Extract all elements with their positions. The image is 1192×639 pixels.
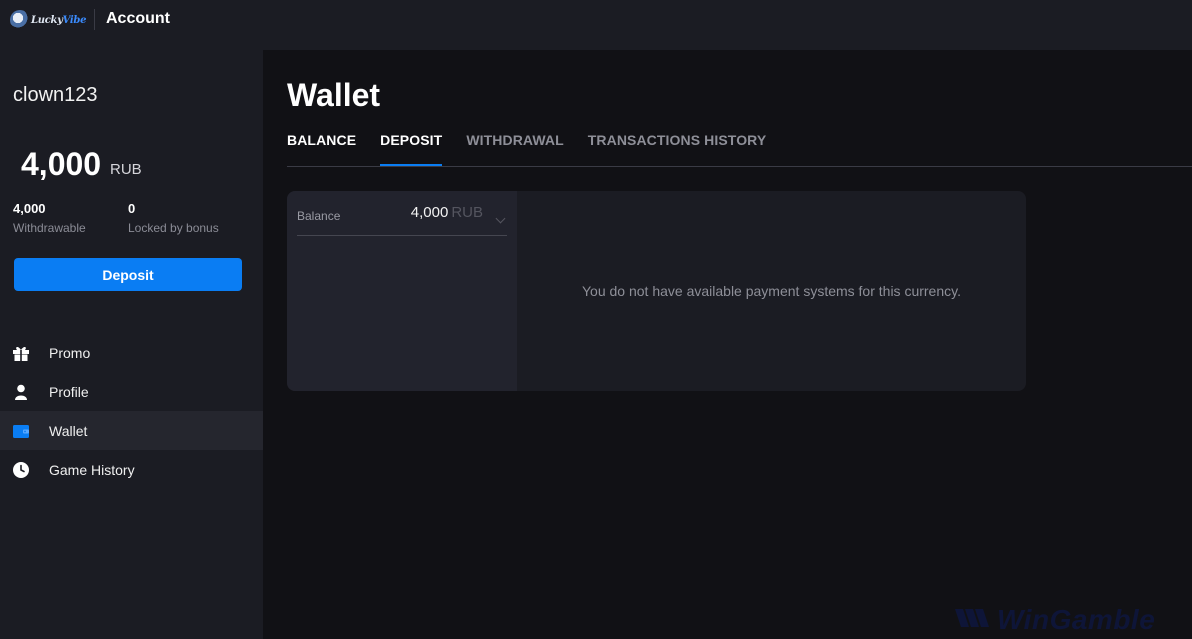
sidebar-item-game-history[interactable]: Game History [0,450,263,489]
wallet-icon [12,422,30,440]
deposit-button[interactable]: Deposit [14,258,242,291]
sidebar-item-wallet[interactable]: Wallet [0,411,263,450]
page-section-title: Account [106,10,170,27]
wallet-tabs: BALANCE DEPOSIT WITHDRAWAL TRANSACTIONS … [287,125,790,166]
balance-select-value: 4,000 [410,204,449,221]
deposit-sidebar-panel: Balance 4,000 RUB [287,191,517,391]
page-title: Wallet [287,77,381,113]
sidebar-item-label: Promo [49,344,91,361]
balance-select-currency: RUB [451,204,483,221]
withdrawable-stat: 4,000 Withdrawable [13,201,86,235]
balance-amount: 4,000 [21,146,102,182]
locked-value: 0 [128,201,136,216]
empty-payment-message: You do not have available payment system… [582,283,961,299]
username: clown123 [13,84,98,106]
sidebar-nav: Promo Profile Wallet Game History [0,333,263,489]
clock-icon [12,461,30,479]
sidebar-item-promo[interactable]: Promo [0,333,263,372]
sidebar-item-label: Wallet [49,422,88,439]
withdrawable-value: 4,000 [13,201,46,216]
tabs-divider [287,166,1192,167]
tab-transactions-history[interactable]: TRANSACTIONS HISTORY [588,125,767,166]
balance-select-underline [297,235,507,236]
tab-withdrawal[interactable]: WITHDRAWAL [466,125,563,166]
sidebar-item-profile[interactable]: Profile [0,372,263,411]
locked-stat: 0 Locked by bonus [128,201,219,235]
watermark-text: WinGamble [997,604,1156,635]
header-divider [94,9,95,30]
balance-currency-select[interactable]: 4,000 RUB [287,201,507,225]
locked-label: Locked by bonus [128,221,219,235]
user-icon [12,383,30,401]
tab-deposit[interactable]: DEPOSIT [380,125,443,166]
sidebar-item-label: Game History [49,461,135,478]
withdrawable-label: Withdrawable [13,221,86,235]
tab-balance[interactable]: BALANCE [287,125,356,166]
logo-text-vibe: Vibe [62,14,87,26]
gift-icon [12,344,30,362]
top-bar: LuckyVibe Account [0,0,1192,50]
deposit-panel: Balance 4,000 RUB You do not have availab… [287,191,1026,391]
sidebar: clown123 4,000 RUB 4,000 Withdrawable 0 … [0,50,263,639]
logo-text-lucky: Lucky [31,14,63,26]
chevron-down-icon [495,213,506,224]
balance-currency: RUB [110,161,142,178]
brand-logo[interactable]: LuckyVibe [10,9,87,31]
logo-emblem-icon [10,10,30,30]
sidebar-item-label: Profile [49,383,89,400]
watermark-logo-icon [955,609,989,627]
